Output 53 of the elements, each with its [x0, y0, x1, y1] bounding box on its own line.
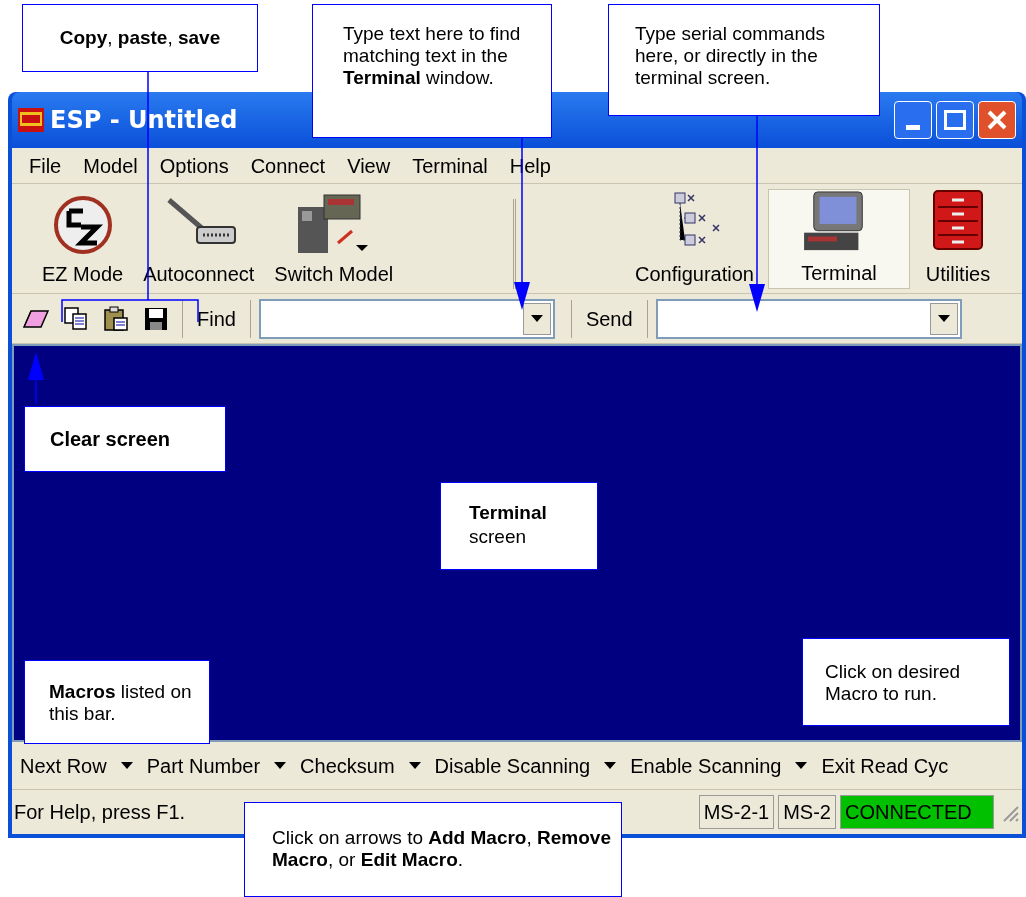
- send-label: Send: [584, 306, 634, 332]
- clipboard-icon: [104, 305, 128, 332]
- menu-item[interactable]: Model: [72, 150, 149, 181]
- window-title: ESP - Untitled: [50, 105, 238, 136]
- menu-item[interactable]: Options: [148, 150, 240, 181]
- macro-button[interactable]: Exit Read Cyc: [821, 750, 949, 781]
- callout-text: Click on desired Macro to run.: [825, 661, 962, 706]
- callout-text: Type text here to find matching text in the Terminal window.: [343, 23, 522, 90]
- dropdown-arrow-icon: [530, 315, 543, 322]
- status-panel: MS-2-1: [698, 795, 775, 829]
- find-label: Find: [196, 306, 237, 332]
- menu-item[interactable]: File: [18, 150, 73, 181]
- toolbar-button[interactable]: EZ Mode: [36, 189, 130, 289]
- menu-item[interactable]: View: [336, 150, 402, 181]
- eraser-icon: [23, 309, 49, 328]
- connection-status: CONNECTED: [840, 795, 994, 829]
- maximize-button[interactable]: [936, 101, 974, 139]
- status-text: For Help, press F1.: [14, 800, 187, 825]
- maximize-icon: [944, 110, 966, 130]
- toolbar-button[interactable]: Terminal: [768, 189, 910, 289]
- caret-icon[interactable]: [408, 762, 421, 769]
- macro-button[interactable]: Disable Scanning: [434, 750, 591, 781]
- callout-text: Type serial commands here, or directly in the terminal screen.: [635, 23, 827, 90]
- ez-logo-icon: [52, 195, 113, 255]
- pointer-arrow: [28, 352, 44, 405]
- close-icon: [986, 109, 1008, 131]
- macro-button[interactable]: Part Number: [146, 750, 261, 781]
- find-field[interactable]: [258, 298, 555, 339]
- macro-button[interactable]: Enable Scanning: [630, 750, 782, 781]
- caret-icon[interactable]: [274, 762, 287, 769]
- close-button[interactable]: [978, 101, 1016, 139]
- copy-icon: [64, 306, 88, 331]
- toolbar-button[interactable]: Configuration: [629, 189, 760, 289]
- send-field[interactable]: [655, 298, 962, 339]
- macro-button[interactable]: Next Row: [20, 750, 107, 781]
- menu-item[interactable]: Terminal: [401, 150, 499, 181]
- minimize-button[interactable]: [894, 101, 932, 139]
- callout-text: Terminal screen: [469, 501, 548, 549]
- caret-icon[interactable]: [604, 762, 617, 769]
- minimize-icon: [906, 125, 920, 130]
- callout-text: Clear screen: [50, 427, 171, 452]
- callout-text: Macros listed on this bar.: [49, 681, 193, 726]
- macro-button[interactable]: Checksum: [300, 750, 395, 781]
- caret-icon[interactable]: [120, 762, 133, 769]
- status-panel: MS-2: [778, 795, 836, 829]
- menu-item[interactable]: Connect: [239, 150, 337, 181]
- dropdown-arrow-icon: [937, 315, 950, 322]
- toolbar-button[interactable]: Switch Model: [268, 189, 400, 289]
- app-logo-icon: [18, 108, 44, 132]
- callout-text: Copy, paste, save: [59, 25, 221, 50]
- callout-text: Click on arrows to Add Macro, Remove Macro, or Edit Macro.: [272, 827, 612, 872]
- caret-icon[interactable]: [795, 762, 808, 769]
- toolbar-button[interactable]: Utilities: [918, 189, 998, 289]
